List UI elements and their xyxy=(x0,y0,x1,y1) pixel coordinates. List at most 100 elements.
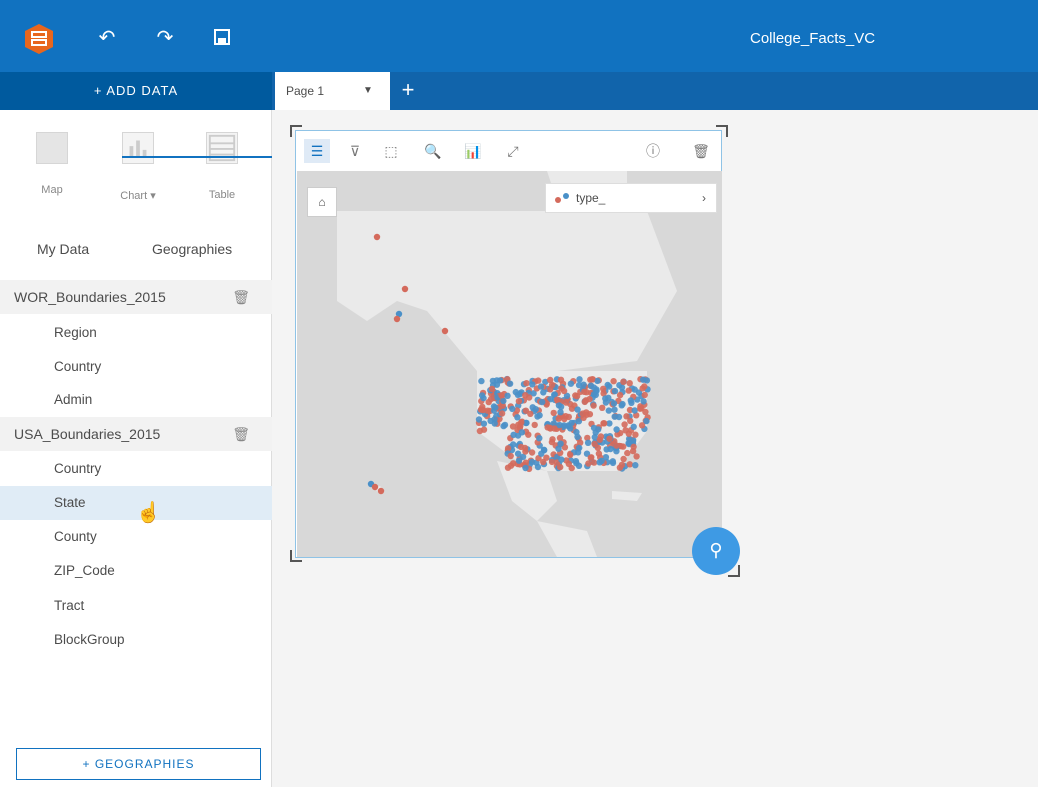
college-point[interactable] xyxy=(441,327,449,335)
college-point[interactable] xyxy=(528,458,536,466)
tab-page-1[interactable]: Page 1 ▼ xyxy=(275,72,390,110)
chevron-right-icon[interactable]: › xyxy=(702,184,706,212)
college-point[interactable] xyxy=(534,463,542,471)
geo-level-county[interactable]: County xyxy=(0,520,272,554)
college-point[interactable] xyxy=(547,376,554,384)
college-point[interactable] xyxy=(621,421,628,428)
college-point[interactable] xyxy=(574,433,581,440)
college-point[interactable] xyxy=(476,427,484,435)
resize-handle[interactable] xyxy=(716,125,728,137)
college-point[interactable] xyxy=(595,426,602,433)
college-point[interactable] xyxy=(401,285,409,293)
college-point[interactable] xyxy=(475,416,483,423)
geo-level-blockgroup[interactable]: BlockGroup xyxy=(0,623,272,657)
trash-icon[interactable]: 🗑 xyxy=(688,139,714,163)
college-point[interactable] xyxy=(487,395,495,403)
college-point[interactable] xyxy=(599,404,606,411)
college-point[interactable] xyxy=(557,440,564,447)
home-icon[interactable]: ⌂ xyxy=(307,187,337,217)
add-page-button[interactable]: + xyxy=(396,72,420,110)
college-point[interactable] xyxy=(543,454,550,461)
college-point[interactable] xyxy=(595,450,603,457)
college-point[interactable] xyxy=(537,383,545,390)
college-point[interactable] xyxy=(610,378,617,385)
college-point[interactable] xyxy=(556,434,564,442)
college-point[interactable] xyxy=(619,400,626,408)
college-point[interactable] xyxy=(515,457,523,464)
college-point[interactable] xyxy=(626,380,633,387)
college-point[interactable] xyxy=(618,461,626,469)
resize-handle[interactable] xyxy=(290,125,302,137)
college-point[interactable] xyxy=(506,380,514,387)
college-point[interactable] xyxy=(558,456,565,463)
college-point[interactable] xyxy=(587,382,595,389)
college-point[interactable] xyxy=(573,393,581,400)
college-point[interactable] xyxy=(641,391,648,399)
undo-icon[interactable]: ↶ xyxy=(96,27,118,49)
college-point[interactable] xyxy=(639,385,646,392)
college-point[interactable] xyxy=(607,445,614,453)
college-point[interactable] xyxy=(562,399,570,406)
college-point[interactable] xyxy=(596,436,603,443)
viz-type-icon[interactable]: 📊 xyxy=(460,139,486,163)
college-point[interactable] xyxy=(480,394,487,402)
college-point[interactable] xyxy=(529,404,536,411)
college-point[interactable] xyxy=(535,377,542,384)
college-point[interactable] xyxy=(594,444,602,451)
expand-icon[interactable]: ⤢ xyxy=(500,139,526,163)
college-point[interactable] xyxy=(555,402,563,409)
college-point[interactable] xyxy=(620,378,627,385)
college-point[interactable] xyxy=(575,381,583,389)
college-point[interactable] xyxy=(601,420,608,427)
chevron-down-icon[interactable]: ▼ xyxy=(363,72,373,110)
college-point[interactable] xyxy=(558,385,565,392)
college-point[interactable] xyxy=(576,376,583,383)
college-point[interactable] xyxy=(553,396,561,403)
college-point[interactable] xyxy=(625,430,632,437)
college-point[interactable] xyxy=(643,417,650,425)
college-point[interactable] xyxy=(518,429,526,436)
redo-icon[interactable]: ↷ xyxy=(154,27,176,49)
add-data-button[interactable]: + ADD DATA xyxy=(0,72,272,110)
college-point[interactable] xyxy=(581,388,588,395)
college-point[interactable] xyxy=(626,461,633,468)
college-point[interactable] xyxy=(625,387,632,394)
college-point[interactable] xyxy=(528,449,536,456)
college-point[interactable] xyxy=(492,404,499,411)
college-point[interactable] xyxy=(500,397,507,405)
college-point[interactable] xyxy=(613,442,620,449)
college-point[interactable] xyxy=(630,423,637,430)
college-point[interactable] xyxy=(371,483,379,491)
zoom-icon[interactable]: 🔍 xyxy=(420,139,446,163)
geo-level-country[interactable]: Country xyxy=(0,452,272,486)
college-point[interactable] xyxy=(538,450,545,457)
college-point[interactable] xyxy=(602,395,609,402)
college-point[interactable] xyxy=(512,388,519,396)
college-point[interactable] xyxy=(615,413,623,421)
add-geographies-button[interactable]: + GEOGRAPHIES xyxy=(16,748,261,780)
college-point[interactable] xyxy=(522,448,529,455)
college-point[interactable] xyxy=(393,315,401,323)
college-point[interactable] xyxy=(488,385,496,393)
college-point[interactable] xyxy=(493,381,501,388)
college-point[interactable] xyxy=(557,409,564,416)
college-point[interactable] xyxy=(596,459,603,466)
save-icon[interactable] xyxy=(212,27,234,49)
college-point[interactable] xyxy=(487,417,494,425)
college-point[interactable] xyxy=(640,398,647,405)
college-point[interactable] xyxy=(577,439,584,446)
spatial-analysis-button[interactable]: ⚲ xyxy=(692,527,740,575)
college-point[interactable] xyxy=(540,389,547,396)
college-point[interactable] xyxy=(510,431,517,438)
college-point[interactable] xyxy=(611,387,619,395)
college-point[interactable] xyxy=(637,405,644,412)
college-point[interactable] xyxy=(507,452,514,460)
college-point[interactable] xyxy=(504,392,511,399)
college-point[interactable] xyxy=(548,438,556,446)
tab-geographies[interactable]: Geographies xyxy=(152,238,232,270)
trash-icon[interactable]: 🗑 xyxy=(232,280,250,314)
college-point[interactable] xyxy=(567,451,574,459)
college-point[interactable] xyxy=(560,422,568,429)
college-point[interactable] xyxy=(510,460,517,467)
college-point[interactable] xyxy=(377,487,385,495)
